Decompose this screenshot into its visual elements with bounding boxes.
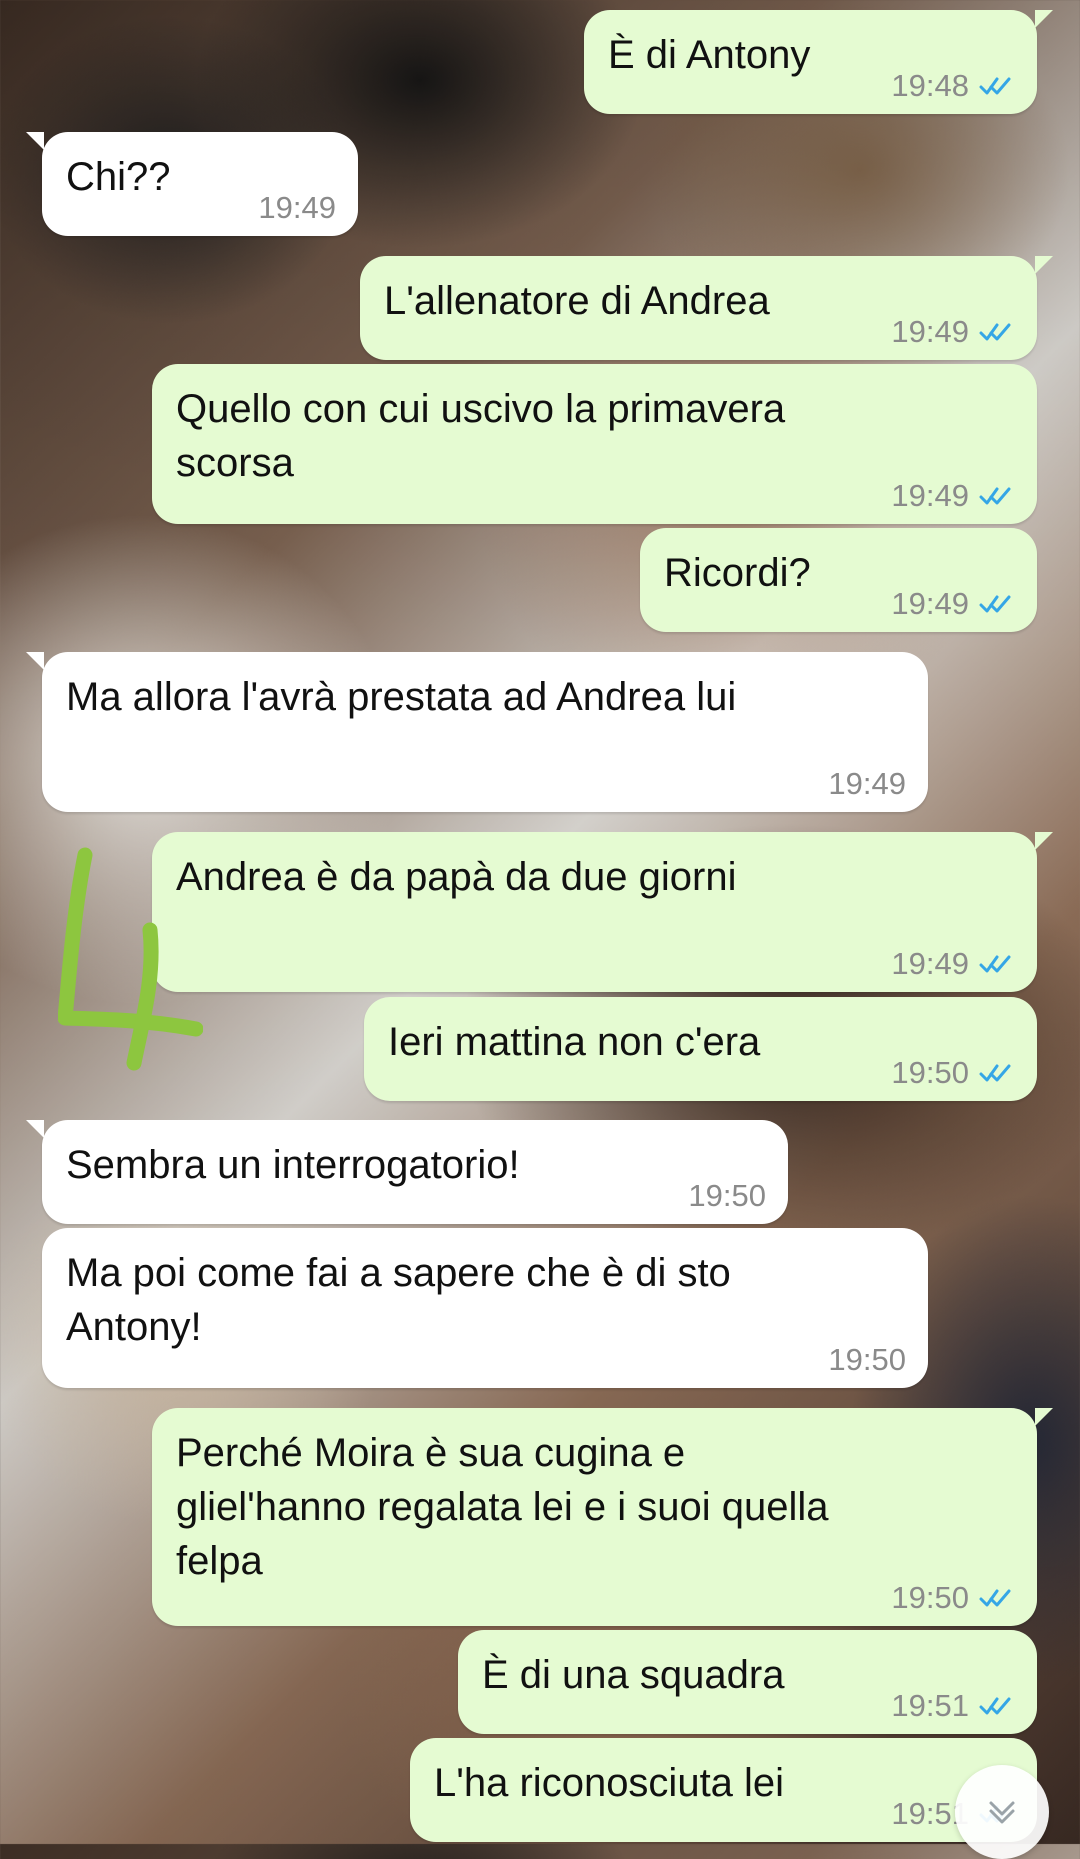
message-time: 19:49 xyxy=(891,314,969,349)
message-meta: 19:49 xyxy=(891,314,1015,350)
message-bubble-outgoing-3[interactable]: Quello con cui uscivo la primavera scors… xyxy=(152,364,1037,524)
message-bubble-outgoing-6[interactable]: Ieri mattina non c'era 19:50 xyxy=(364,997,1037,1101)
message-time: 19:50 xyxy=(688,1178,766,1213)
message-meta: 19:50 xyxy=(688,1178,766,1214)
message-meta: 19:49 xyxy=(891,946,1015,982)
double-check-blue-icon xyxy=(979,1061,1015,1085)
message-meta: 19:50 xyxy=(891,1055,1015,1091)
message-text: Ma poi come fai a sapere che è di sto An… xyxy=(66,1251,731,1349)
message-meta: 19:49 xyxy=(891,478,1015,514)
message-meta: 19:51 xyxy=(891,1688,1015,1724)
message-bubble-outgoing-4[interactable]: Ricordi? 19:49 xyxy=(640,528,1037,632)
message-bubble-incoming-1[interactable]: Chi?? 19:49 xyxy=(26,132,358,236)
message-time: 19:50 xyxy=(891,1580,969,1615)
scroll-down-button[interactable] xyxy=(955,1765,1049,1859)
chevron-down-icon xyxy=(989,1801,1015,1824)
message-meta: 19:49 xyxy=(828,766,906,802)
message-text: Ma allora l'avrà prestata ad Andrea lui xyxy=(66,675,737,719)
message-text: Andrea è da papà da due giorni xyxy=(176,855,737,899)
message-bubble-incoming-4[interactable]: Ma poi come fai a sapere che è di sto An… xyxy=(42,1228,928,1388)
message-time: 19:48 xyxy=(891,68,969,103)
message-bubble-outgoing-2[interactable]: L'allenatore di Andrea 19:49 xyxy=(360,256,1053,360)
message-meta: 19:49 xyxy=(258,190,336,226)
double-check-blue-icon xyxy=(979,320,1015,344)
message-meta: 19:50 xyxy=(828,1342,906,1378)
double-check-blue-icon xyxy=(979,1694,1015,1718)
double-check-blue-icon xyxy=(979,74,1015,98)
message-time: 19:49 xyxy=(828,766,906,801)
message-time: 19:49 xyxy=(891,586,969,621)
double-check-blue-icon xyxy=(979,952,1015,976)
message-meta: 19:49 xyxy=(891,586,1015,622)
message-time: 19:51 xyxy=(891,1688,969,1723)
message-bubble-outgoing-5[interactable]: Andrea è da papà da due giorni 19:49 xyxy=(152,832,1053,992)
double-check-blue-icon xyxy=(979,1586,1015,1610)
message-bubble-incoming-3[interactable]: Sembra un interrogatorio! 19:50 xyxy=(26,1120,788,1224)
message-time: 19:49 xyxy=(258,190,336,225)
double-check-blue-icon xyxy=(979,592,1015,616)
message-text: Sembra un interrogatorio! xyxy=(66,1143,520,1187)
message-meta: 19:50 xyxy=(891,1580,1015,1616)
message-time: 19:50 xyxy=(828,1342,906,1377)
message-bubble-outgoing-8[interactable]: È di una squadra 19:51 xyxy=(458,1630,1037,1734)
message-bubble-outgoing-9[interactable]: L'ha riconosciuta lei 19:51 xyxy=(410,1738,1037,1842)
message-meta: 19:48 xyxy=(891,68,1015,104)
message-bubble-outgoing-7[interactable]: Perché Moira è sua cugina e gliel'hanno … xyxy=(152,1408,1053,1626)
message-bubble-outgoing-1[interactable]: È di Antony 19:48 xyxy=(584,10,1053,114)
message-bubble-incoming-2[interactable]: Ma allora l'avrà prestata ad Andrea lui … xyxy=(26,652,928,812)
message-text: Quello con cui uscivo la primavera scors… xyxy=(176,387,786,485)
message-text: Perché Moira è sua cugina e gliel'hanno … xyxy=(176,1431,829,1583)
message-time: 19:49 xyxy=(891,478,969,513)
message-time: 19:49 xyxy=(891,946,969,981)
message-time: 19:50 xyxy=(891,1055,969,1090)
double-check-blue-icon xyxy=(979,484,1015,508)
